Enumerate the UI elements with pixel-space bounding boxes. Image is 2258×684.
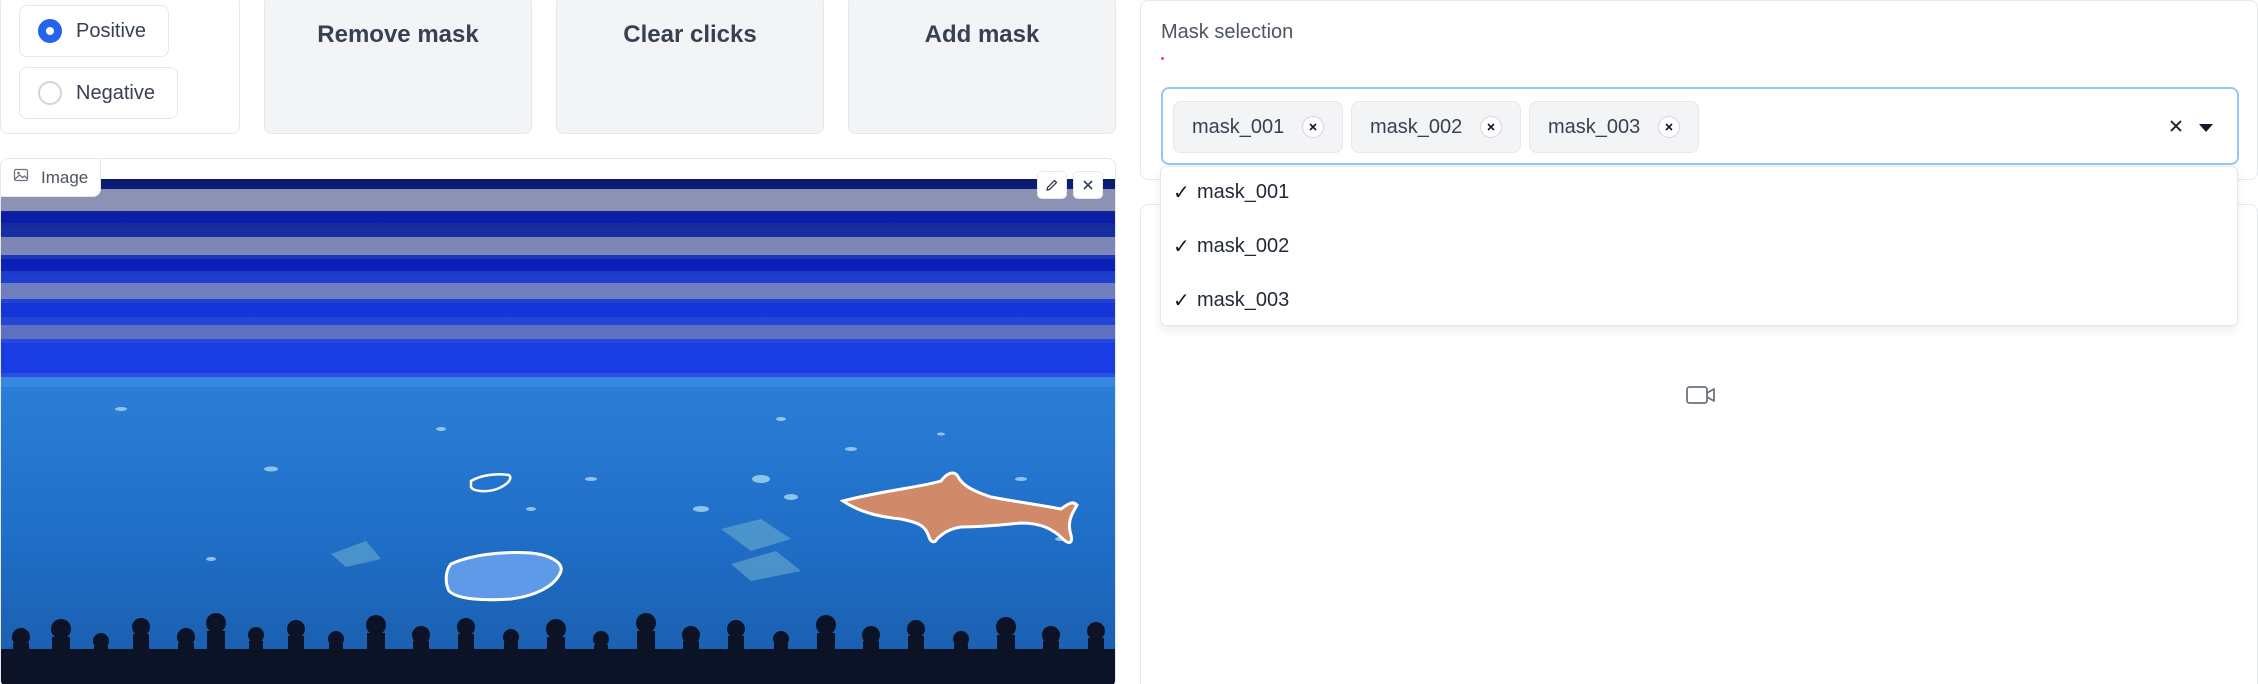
mask-chip-label: mask_003 [1548, 115, 1641, 138]
radio-positive-indicator[interactable] [38, 19, 62, 43]
image-panel: Image [0, 158, 1116, 684]
prompt-type-radio-group: Positive Negative [0, 0, 240, 134]
image-icon [13, 167, 29, 188]
dropdown-caret-icon[interactable] [2199, 124, 2213, 132]
required-marker [1161, 57, 1164, 60]
mask-chip: mask_001 [1173, 101, 1344, 153]
dropdown-option-label: mask_002 [1197, 234, 1290, 257]
check-icon: ✓ [1173, 235, 1190, 258]
remove-chip-icon[interactable] [1658, 116, 1681, 138]
radio-negative-label: Negative [76, 81, 155, 104]
mask-selection-panel: Mask selection mask_001 mask_002 mask_00… [1140, 0, 2258, 180]
dropdown-option-mask-001[interactable]: ✓ mask_001 [1173, 177, 1289, 207]
remove-mask-button[interactable]: Remove mask [264, 0, 532, 134]
mask-chip: mask_003 [1529, 101, 1700, 153]
check-icon: ✓ [1173, 181, 1190, 204]
radio-positive[interactable]: Positive [19, 5, 170, 57]
mask-multiselect[interactable]: mask_001 mask_002 mask_003 [1161, 87, 2239, 165]
dropdown-option-mask-003[interactable]: ✓ mask_003 [1173, 285, 1289, 315]
mask-chip-label: mask_001 [1192, 115, 1285, 138]
dropdown-option-mask-002[interactable]: ✓ mask_002 [1173, 231, 1289, 261]
image-label-text: Image [41, 167, 89, 187]
remove-chip-icon[interactable] [1302, 116, 1325, 138]
app-root: Positive Negative Remove mask Clear clic… [0, 0, 2258, 684]
mask-selection-label: Mask selection [1161, 21, 1294, 43]
dropdown-option-label: mask_003 [1197, 288, 1290, 311]
clear-clicks-button[interactable]: Clear clicks [556, 0, 824, 134]
remove-chip-icon[interactable] [1480, 116, 1503, 138]
dropdown-option-label: mask_001 [1197, 180, 1290, 203]
mask-chip: mask_002 [1351, 101, 1522, 153]
radio-negative[interactable]: Negative [19, 67, 178, 119]
aquarium-image-canvas[interactable] [1, 179, 1115, 684]
radio-negative-indicator[interactable] [38, 81, 62, 105]
check-icon: ✓ [1173, 289, 1190, 312]
close-icon[interactable] [1073, 171, 1103, 199]
clear-all-icon[interactable] [2167, 117, 2185, 140]
radio-positive-label: Positive [76, 19, 147, 42]
mask-chip-label: mask_002 [1370, 115, 1463, 138]
edit-icon[interactable] [1037, 171, 1067, 199]
video-camera-icon [1685, 383, 1717, 412]
add-mask-button[interactable]: Add mask [848, 0, 1116, 134]
image-block-label: Image [1, 159, 102, 197]
mask-options-dropdown: ✓ mask_001 ✓ mask_002 ✓ mask_003 [1160, 166, 2238, 326]
